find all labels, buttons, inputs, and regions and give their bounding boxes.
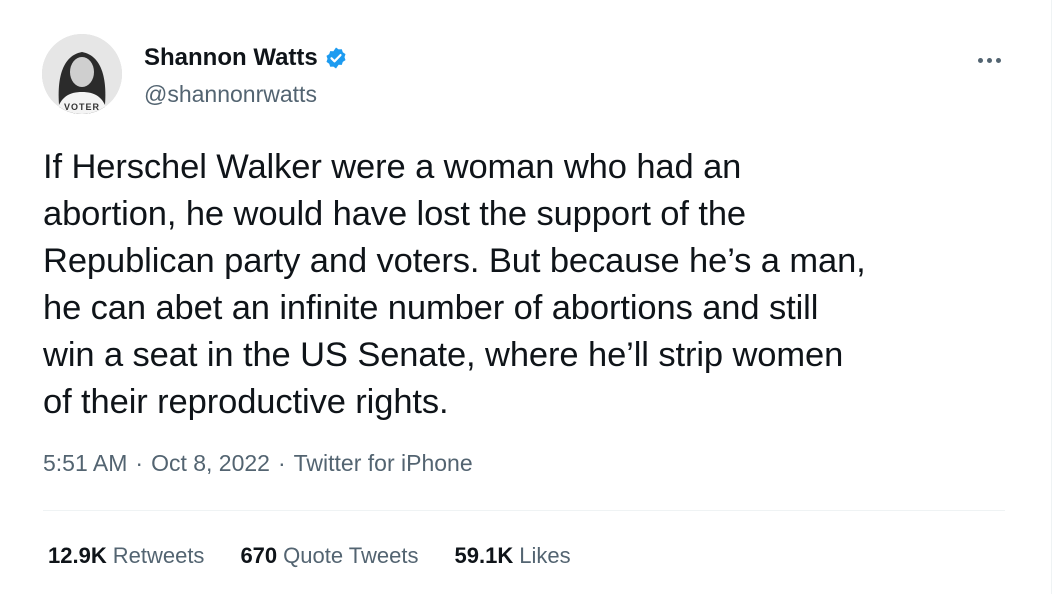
likes-label: Likes: [519, 543, 571, 568]
tweet-text: If Herschel Walker were a woman who had …: [43, 148, 866, 421]
display-name[interactable]: Shannon Watts: [144, 44, 318, 72]
meta-separator: ·: [277, 450, 286, 476]
author-name-row: Shannon Watts: [144, 44, 348, 72]
retweets-stat[interactable]: 12.9K Retweets: [48, 543, 204, 569]
avatar[interactable]: VOTER: [42, 34, 122, 114]
tweet-date[interactable]: Oct 8, 2022: [151, 450, 270, 477]
tweet-source[interactable]: Twitter for iPhone: [294, 450, 473, 477]
quote-tweets-stat[interactable]: 670 Quote Tweets: [240, 543, 418, 569]
profile-photo-icon: VOTER: [42, 34, 122, 114]
tweet-stats: 12.9K Retweets 670 Quote Tweets 59.1K Li…: [48, 543, 571, 569]
likes-count: 59.1K: [454, 543, 514, 568]
meta-separator: ·: [135, 450, 144, 476]
tweet-time[interactable]: 5:51 AM: [43, 450, 127, 477]
tweet-meta: 5:51 AM · Oct 8, 2022 · Twitter for iPho…: [43, 450, 473, 477]
retweets-label: Retweets: [112, 543, 205, 568]
verified-badge-icon: [324, 46, 348, 70]
more-options-icon[interactable]: [971, 50, 1007, 70]
retweets-count: 12.9K: [48, 543, 107, 568]
likes-stat[interactable]: 59.1K Likes: [455, 543, 571, 569]
quote-tweets-count: 670: [240, 543, 278, 568]
author-handle[interactable]: @shannonrwatts: [144, 81, 317, 108]
tweet-card: VOTER Shannon Watts @shannonrwatts If He…: [0, 0, 1052, 594]
quote-tweets-label: Quote Tweets: [283, 543, 419, 568]
svg-text:VOTER: VOTER: [64, 102, 100, 112]
divider: [43, 510, 1005, 511]
